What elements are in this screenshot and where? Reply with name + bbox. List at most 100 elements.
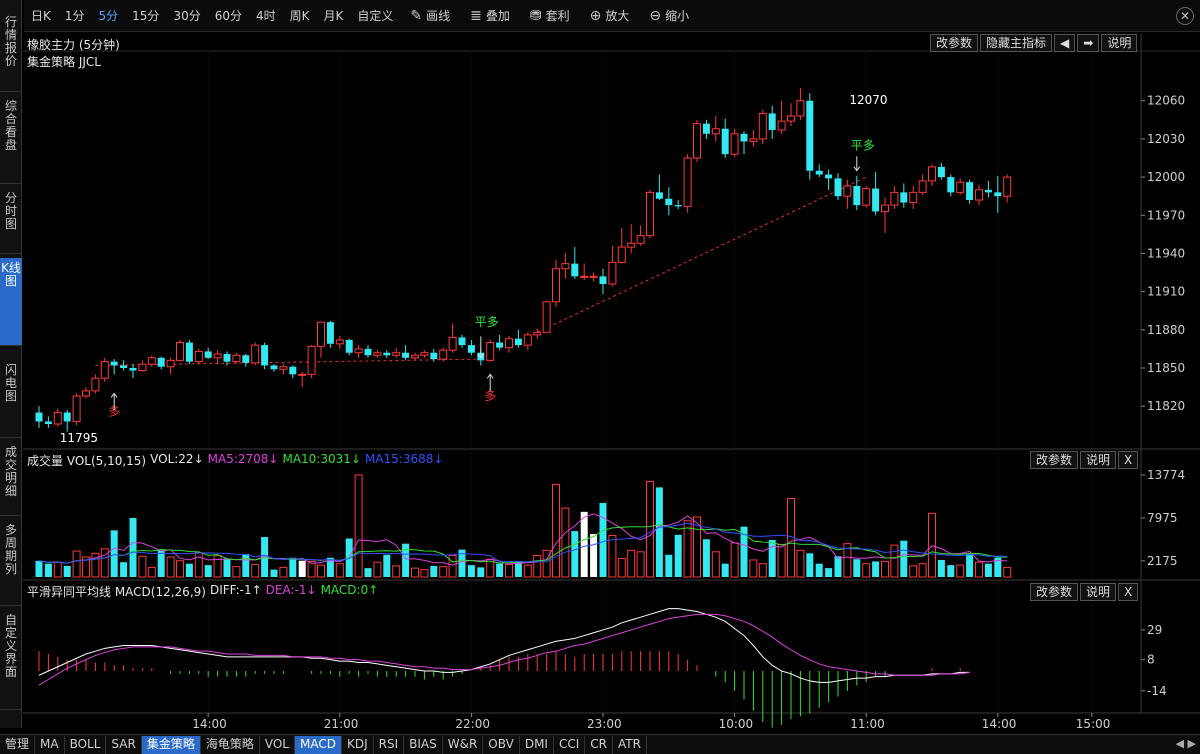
hide-main-indicator-button[interactable]: 隐藏主指标 — [980, 34, 1053, 52]
period-tab-5[interactable]: 60分 — [208, 0, 249, 32]
left-navigation: 行情报价综合看盘分时图 K线图闪电图成交明细多周期列自定义界面 — [0, 0, 22, 728]
candle-body — [834, 178, 842, 197]
volume-bar — [590, 534, 598, 577]
macd-controls: 改参数 说明 X — [1030, 583, 1139, 601]
candle-body — [693, 123, 701, 159]
nav-tab-7[interactable]: 自定义界面 — [0, 610, 22, 710]
nav-tab-0[interactable]: 行情报价 — [0, 12, 22, 92]
volume-close-button[interactable]: X — [1118, 451, 1139, 469]
zoom-out-icon: ⊖ — [649, 7, 662, 24]
candle-body — [120, 365, 128, 368]
nav-tab-6[interactable]: 多周期列 — [0, 520, 22, 606]
indicator-tab-13[interactable]: DMI — [520, 735, 554, 754]
candle-body — [843, 185, 852, 197]
prev-arrow-icon[interactable]: ◀ — [1054, 34, 1076, 52]
nav-tab-4[interactable]: 闪电图 — [0, 360, 22, 438]
nav-tab-2[interactable]: 分时图 — [0, 188, 22, 254]
next-arrow-icon[interactable]: ➡ — [1077, 34, 1100, 52]
macd-help-button[interactable]: 说明 — [1080, 583, 1117, 601]
price-axis-label: 12030 — [1147, 132, 1185, 146]
candle-body — [63, 412, 71, 422]
price-axis-label: 11940 — [1147, 246, 1185, 260]
time-axis-label: 23:00 — [587, 717, 622, 731]
candle-body — [909, 191, 918, 204]
period-tab-1[interactable]: 1分 — [58, 0, 92, 32]
scroll-arrows-icon[interactable]: ◀ ▶ — [1176, 737, 1196, 750]
nav-tab-3[interactable]: K线图 — [0, 258, 22, 346]
indicator-tab-6[interactable]: VOL — [260, 735, 295, 754]
candle-body — [984, 189, 992, 193]
candle-body — [213, 353, 222, 359]
volume-controls: 改参数 说明 X — [1030, 451, 1139, 469]
indicator-tab-9[interactable]: RSI — [374, 735, 405, 754]
period-tab-6[interactable]: 4时 — [249, 0, 283, 32]
candle-body — [157, 357, 165, 367]
volume-bar — [185, 563, 193, 577]
volume-title: 成交量 VOL(5,10,15) — [27, 454, 147, 468]
period-tab-4[interactable]: 30分 — [166, 0, 207, 32]
chart-tools: ✎ 画线 ≣ 叠加 ⛃ 套利 ⊕ 放大 ⊖ 缩小 — [400, 7, 699, 24]
indicator-tab-14[interactable]: CCI — [554, 735, 586, 754]
candle-body — [872, 188, 880, 212]
pencil-button[interactable]: ✎ 画线 — [400, 7, 460, 24]
volume-help-button[interactable]: 说明 — [1080, 451, 1117, 469]
candle-body — [194, 350, 203, 363]
kline-title: 橡胶主力 (5分钟) — [27, 38, 120, 52]
candle-body — [232, 354, 241, 363]
period-tab-0[interactable]: 日K — [24, 0, 58, 32]
period-tab-8[interactable]: 月K — [317, 0, 351, 32]
volume-bar — [674, 534, 682, 577]
candle-body — [373, 352, 382, 356]
volume-bar — [571, 531, 579, 577]
chart-area[interactable]: 12060 12030 12000 11970 11940 11910 11880 11850… — [23, 33, 1200, 734]
candle-body — [589, 275, 598, 278]
candle-body — [787, 115, 795, 122]
macd-close-button[interactable]: X — [1118, 583, 1139, 601]
indicator-tab-7[interactable]: MACD — [294, 735, 342, 754]
stack-button[interactable]: ≣ 叠加 — [460, 7, 520, 24]
candle-body — [815, 170, 823, 175]
indicator-tab-11[interactable]: W&R — [443, 735, 484, 754]
indicator-tab-2[interactable]: BOLL — [65, 735, 107, 754]
period-toolbar: 日K 1分 5分 15分 30分 60分 4时 周K 月K 自定义 ✎ 画线 ≣ 叠加 ⛃ 套利 ⊕ 放大 ⊖ 缩小 — [24, 0, 1200, 32]
zoom-out-button[interactable]: ⊖ 缩小 — [639, 7, 699, 24]
indicator-tab-15[interactable]: CR — [585, 735, 613, 754]
arbitrage-button[interactable]: ⛃ 套利 — [520, 7, 580, 24]
candle-body — [44, 421, 52, 424]
change-params-button[interactable]: 改参数 — [930, 34, 979, 52]
volume-bar — [364, 568, 372, 577]
indicator-tab-8[interactable]: KDJ — [342, 735, 374, 754]
period-tab-3[interactable]: 15分 — [125, 0, 166, 32]
zoom-in-button[interactable]: ⊕ 放大 — [580, 7, 640, 24]
indicator-tab-10[interactable]: BIAS — [404, 735, 443, 754]
indicator-tab-1[interactable]: MA — [35, 735, 65, 754]
volume-params-button[interactable]: 改参数 — [1030, 451, 1079, 469]
candle-body — [100, 361, 109, 379]
indicator-tab-16[interactable]: ATR — [613, 735, 647, 754]
time-axis-label: 22:00 — [455, 717, 490, 731]
candle-body — [392, 352, 401, 356]
indicator-tab-5[interactable]: 海龟策略 — [201, 735, 260, 754]
indicator-tab-3[interactable]: SAR — [106, 735, 142, 754]
indicator-tab-4[interactable]: 集金策略 — [141, 735, 201, 754]
macd-params-button[interactable]: 改参数 — [1030, 583, 1079, 601]
volume-bar — [702, 539, 710, 577]
nav-tab-1[interactable]: 综合看盘 — [0, 96, 22, 184]
volume-bar — [872, 561, 880, 577]
candle-body — [448, 336, 457, 351]
nav-tab-5[interactable]: 成交明细 — [0, 442, 22, 516]
candle-body — [364, 348, 372, 356]
macd-axis-label: -14 — [1147, 684, 1167, 698]
candle-body — [279, 366, 288, 370]
period-tab-9[interactable]: 自定义 — [350, 0, 400, 32]
candle-body — [627, 242, 636, 248]
indicator-tab-0[interactable]: 管理 — [0, 735, 36, 754]
period-tab-7[interactable]: 周K — [283, 0, 317, 32]
candle-body — [129, 368, 137, 371]
help-button[interactable]: 说明 — [1101, 34, 1138, 52]
close-icon[interactable]: ✕ — [1176, 7, 1194, 25]
candle-body — [354, 348, 363, 354]
candle-body — [72, 395, 81, 422]
period-tab-2[interactable]: 5分 — [92, 0, 126, 32]
indicator-tab-12[interactable]: OBV — [483, 735, 520, 754]
